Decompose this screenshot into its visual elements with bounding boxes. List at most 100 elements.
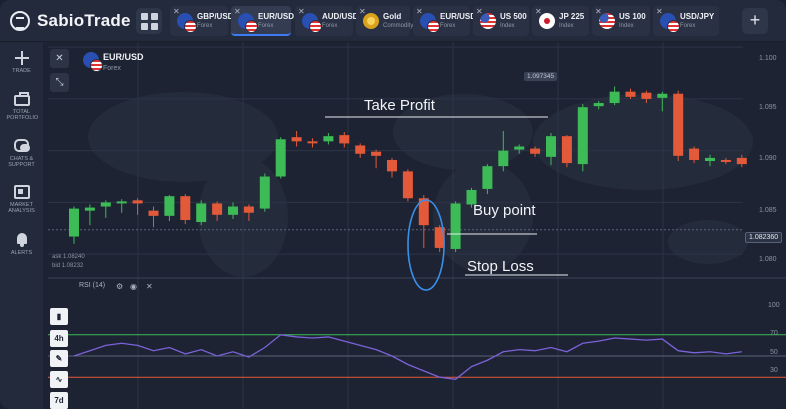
sidebar-item-market-analysis[interactable]: Market analysis <box>0 185 43 214</box>
asset-flag-icon <box>177 13 197 33</box>
candle-body <box>228 206 238 215</box>
candle-body <box>339 135 350 144</box>
ask-price: ask 1.08240 <box>52 254 85 260</box>
visibility-icon[interactable]: ◉ <box>130 282 137 291</box>
close-indicator-icon[interactable]: ✕ <box>146 282 153 291</box>
tab-asset-type: Index <box>500 23 515 29</box>
tab-asset-type: Commodity <box>383 23 414 29</box>
asset-flag-icon <box>599 13 615 29</box>
candle-body <box>514 146 525 150</box>
candle-body <box>164 196 175 216</box>
candle-body <box>530 148 541 154</box>
candle-body <box>196 203 207 223</box>
asset-tab[interactable]: ✕ US 500 Index <box>473 6 529 36</box>
tab-asset-type: Forex <box>680 23 696 29</box>
draw-tool-button[interactable]: ✎ <box>50 350 68 367</box>
sidebar-item-trade[interactable]: Trade <box>0 51 43 74</box>
close-chart-button[interactable]: ✕ <box>50 49 69 68</box>
buy-point-label: Buy point <box>473 202 536 219</box>
asset-flag-icon <box>660 13 680 33</box>
add-tab-button[interactable]: + <box>742 8 768 34</box>
candle-body <box>116 201 127 204</box>
sidebar-item-label: Chats & support <box>8 156 35 168</box>
candle-body <box>132 200 143 204</box>
rsi-line <box>73 334 742 381</box>
candle-body <box>275 139 286 177</box>
settings-icon[interactable]: ⚙ <box>116 282 123 291</box>
candle-type-button[interactable]: ▮ <box>50 308 68 325</box>
asset-flag-icon <box>480 13 496 29</box>
rsi-axis-tick: 50 <box>770 349 778 356</box>
price-axis-tick: 1.080 <box>759 256 777 263</box>
stop-loss-label: Stop Loss <box>467 258 534 275</box>
asset-name: EUR/USD <box>103 52 144 62</box>
asset-type: Forex <box>103 65 121 72</box>
candle-body <box>657 93 668 98</box>
candle-body <box>641 92 652 99</box>
chart-area[interactable]: EUR/USD Forex ✕ ⤡ 1.097345 1.100 1.095 1… <box>43 42 786 409</box>
asset-flag-icon <box>420 13 440 33</box>
candle-body <box>307 141 318 144</box>
tab-asset-name: US 100 <box>619 12 646 21</box>
asset-tab[interactable]: ✕ JP 225 Index <box>532 6 589 36</box>
tab-asset-type: Index <box>619 23 634 29</box>
rsi-indicator <box>73 334 742 381</box>
asset-tab[interactable]: ✕ AUD/USD Forex <box>295 6 358 36</box>
tab-asset-type: Forex <box>258 23 274 29</box>
collapse-chart-button[interactable]: ⤡ <box>50 73 69 92</box>
top-bar: SabioTrade ✕ GBP/USD Forex ✕ EUR/USD Forex ✕ AU… <box>0 0 786 42</box>
tab-asset-name: Gold <box>383 12 402 21</box>
current-price-tag: 1.082360 <box>745 232 783 243</box>
sidebar-item-alerts[interactable]: Alerts <box>0 233 43 256</box>
candle-body <box>720 159 731 162</box>
candle-body <box>212 203 223 215</box>
candle-body <box>736 157 747 165</box>
tab-asset-name: JP 225 <box>559 12 585 21</box>
sidebar: Trade Total portfolio Chats & support Ma… <box>0 42 43 409</box>
timeframe-7d-button[interactable]: 7d <box>50 392 68 409</box>
asset-tab[interactable]: ✕ US 100 Index <box>592 6 650 36</box>
rsi-axis-tick: 70 <box>770 330 778 337</box>
asset-tab[interactable]: ✕ EUR/USD Forex <box>413 6 476 36</box>
asset-tab[interactable]: ✕ GBP/USD Forex <box>170 6 233 36</box>
sidebar-item-label: Trade <box>12 68 31 74</box>
candle-body <box>243 206 254 213</box>
world-map-background <box>88 92 753 277</box>
eur-usd-flag-icon <box>83 52 103 72</box>
candle-body <box>100 202 111 207</box>
sidebar-item-label: Total portfolio <box>6 109 39 121</box>
candle-body <box>625 91 636 97</box>
sidebar-item-chats[interactable]: Chats & support <box>0 139 43 168</box>
tab-asset-name: USD/JPY <box>680 12 715 21</box>
candle-body <box>180 196 191 220</box>
price-axis-tick: 1.095 <box>759 104 777 111</box>
bell-icon <box>14 233 30 247</box>
logo[interactable]: SabioTrade <box>10 10 131 32</box>
logo-mark-icon <box>10 11 30 31</box>
indicator-button[interactable]: ∿ <box>50 371 68 388</box>
asset-tab[interactable]: ✕ Gold Commodity <box>356 6 414 36</box>
asset-flag-icon <box>238 13 258 33</box>
candle-body <box>355 145 366 154</box>
sidebar-item-portfolio[interactable]: Total portfolio <box>0 92 43 121</box>
asset-tab[interactable]: ✕ EUR/USD Forex <box>231 6 295 36</box>
tab-asset-type: Forex <box>197 23 213 29</box>
tab-asset-name: GBP/USD <box>197 12 234 21</box>
app-window: SabioTrade ✕ GBP/USD Forex ✕ EUR/USD Forex ✕ AU… <box>0 0 786 409</box>
rsi-levels <box>48 334 786 378</box>
asset-tab[interactable]: ✕ USD/JPY Forex <box>653 6 719 36</box>
rsi-axis-tick: 100 <box>768 302 780 309</box>
tab-asset-name: EUR/USD <box>258 12 295 21</box>
briefcase-icon <box>13 92 30 106</box>
rsi-label: RSI (14) <box>79 282 106 289</box>
tab-asset-type: Index <box>559 23 574 29</box>
candle-body <box>593 103 604 107</box>
candle-body <box>609 91 620 104</box>
timeframe-4h-button[interactable]: 4h <box>50 330 68 347</box>
candle-body <box>148 210 159 216</box>
tab-asset-name: US 500 <box>500 12 527 21</box>
layout-grid-button[interactable] <box>136 8 162 34</box>
price-axis-tick: 1.090 <box>759 155 777 162</box>
candle-body <box>323 136 334 142</box>
candle-body <box>577 107 588 165</box>
